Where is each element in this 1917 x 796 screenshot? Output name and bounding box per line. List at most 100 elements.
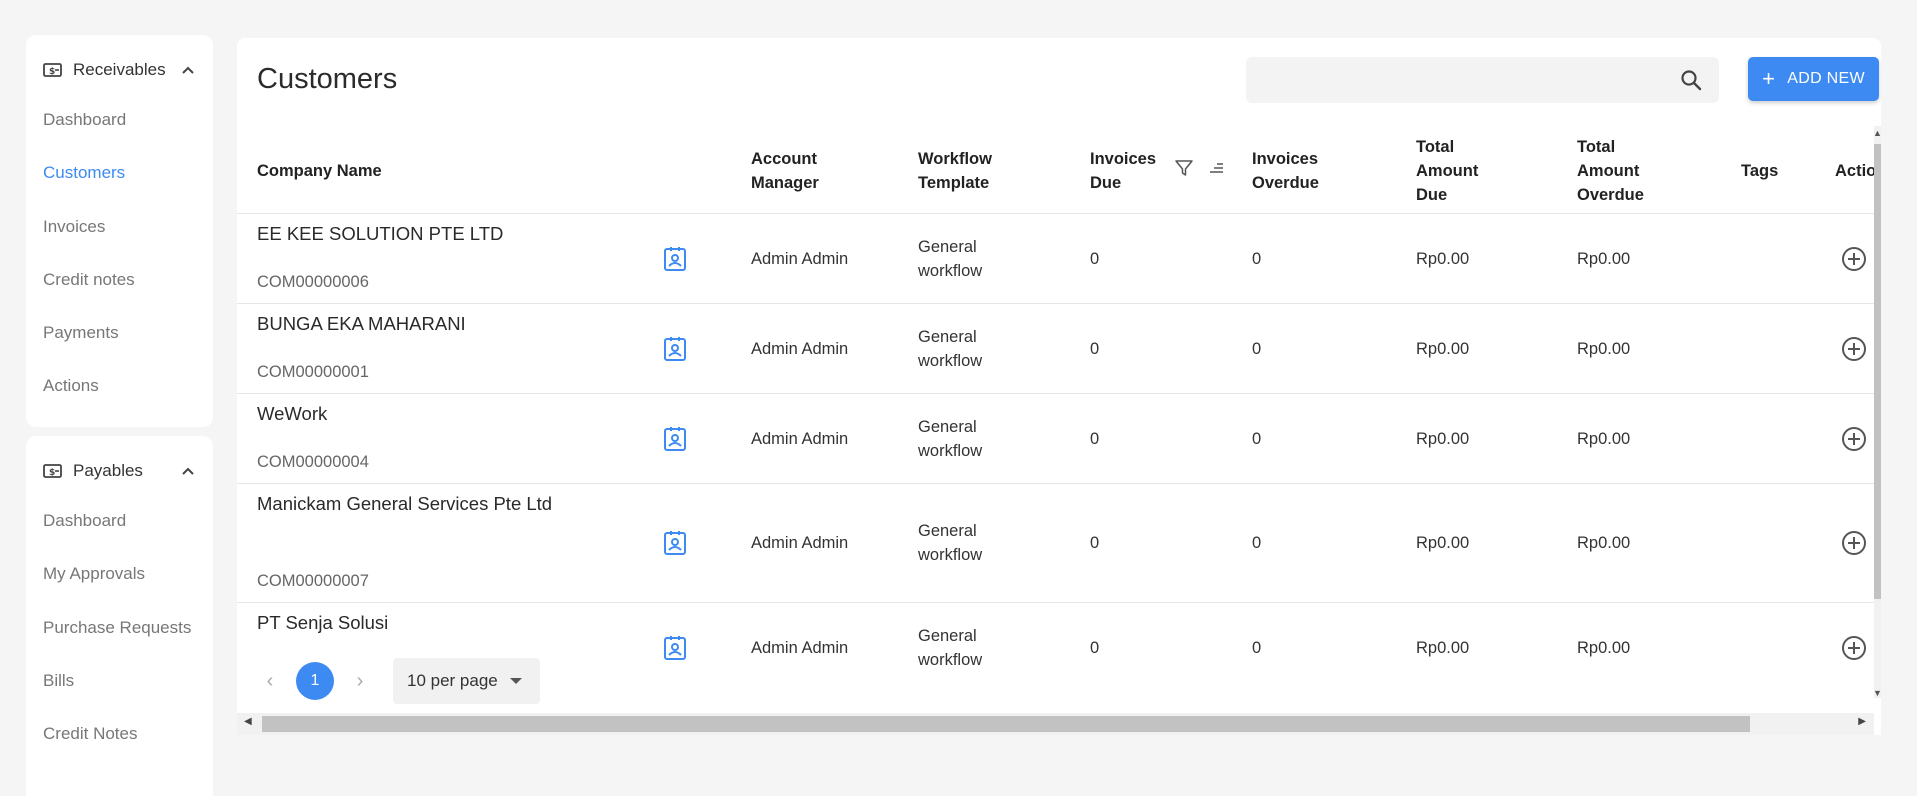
scroll-right-icon[interactable]: ▶ bbox=[1858, 716, 1866, 727]
pagination: ‹ 1 › 10 per page bbox=[257, 658, 540, 704]
col-account-manager[interactable]: Account Manager bbox=[751, 128, 871, 214]
customers-table: Company Name Account Manager Workflow Te… bbox=[237, 128, 1874, 693]
horizontal-scroll-thumb[interactable] bbox=[262, 716, 1750, 732]
scroll-up-icon[interactable]: ▲ bbox=[1873, 128, 1881, 138]
contact-card-icon[interactable] bbox=[663, 426, 687, 452]
workflow-template: General workflow bbox=[918, 418, 983, 460]
filter-icon[interactable] bbox=[1174, 158, 1194, 178]
table-row[interactable]: EE KEE SOLUTION PTE LTD COM00000006 Admi… bbox=[237, 214, 1874, 304]
col-tags[interactable]: Tags bbox=[1741, 128, 1801, 214]
page-title: Customers bbox=[257, 63, 398, 95]
plus-icon: + bbox=[1762, 66, 1776, 91]
search-input[interactable] bbox=[1246, 57, 1666, 103]
main-panel: Customers + ADD NEW Company Name Account… bbox=[237, 38, 1881, 735]
page-number[interactable]: 1 bbox=[296, 662, 334, 700]
total-amount-overdue: Rp0.00 bbox=[1577, 430, 1631, 448]
receivables-title: Receivables bbox=[73, 60, 166, 79]
add-circle-icon[interactable] bbox=[1841, 530, 1867, 556]
invoices-due: 0 bbox=[1090, 534, 1100, 552]
total-amount-overdue: Rp0.00 bbox=[1577, 639, 1631, 657]
scroll-left-icon[interactable]: ◀ bbox=[244, 716, 252, 727]
company-name[interactable]: WeWork bbox=[257, 399, 557, 428]
workflow-template: General workflow bbox=[918, 627, 983, 669]
sidebar-item-my-approvals[interactable]: My Approvals bbox=[26, 547, 213, 600]
company-name[interactable]: EE KEE SOLUTION PTE LTD bbox=[257, 219, 557, 248]
total-amount-overdue: Rp0.00 bbox=[1577, 534, 1631, 552]
col-invoices-overdue[interactable]: Invoices Overdue bbox=[1252, 128, 1362, 214]
col-total-amount-overdue[interactable]: Total Amount Overdue bbox=[1577, 128, 1677, 214]
company-code: COM00000006 bbox=[257, 273, 369, 291]
sidebar-item-invoices[interactable]: Invoices bbox=[26, 200, 213, 253]
money-icon: $ bbox=[43, 63, 62, 77]
invoices-overdue: 0 bbox=[1252, 639, 1262, 657]
sidebar-item-payables-dashboard[interactable]: Dashboard bbox=[26, 494, 213, 547]
sort-icon[interactable] bbox=[1206, 158, 1226, 178]
company-name[interactable]: Manickam General Services Pte Ltd bbox=[257, 489, 557, 518]
per-page-select[interactable]: 10 per page bbox=[393, 658, 540, 704]
add-new-button[interactable]: + ADD NEW bbox=[1748, 57, 1879, 101]
invoices-due: 0 bbox=[1090, 340, 1100, 358]
scroll-down-icon[interactable]: ▼ bbox=[1873, 688, 1881, 698]
invoices-due: 0 bbox=[1090, 639, 1100, 657]
next-page-icon[interactable]: › bbox=[347, 670, 373, 693]
horizontal-scrollbar[interactable]: ◀ ▶ bbox=[237, 713, 1874, 735]
company-code: COM00000007 bbox=[257, 572, 369, 590]
receivables-section: $ Receivables Dashboard Customers Invoic… bbox=[26, 35, 213, 427]
search-icon[interactable] bbox=[1679, 68, 1703, 92]
contact-card-icon[interactable] bbox=[663, 635, 687, 661]
account-manager: Admin Admin bbox=[751, 534, 849, 552]
account-manager: Admin Admin bbox=[751, 340, 849, 358]
col-actions[interactable]: Actio bbox=[1835, 128, 1874, 214]
chevron-up-icon[interactable] bbox=[180, 463, 196, 479]
search-box bbox=[1246, 57, 1719, 103]
sidebar-item-customers[interactable]: Customers bbox=[26, 146, 213, 199]
sidebar-item-purchase-requests[interactable]: Purchase Requests bbox=[26, 601, 213, 654]
money-icon: $ bbox=[43, 464, 62, 478]
chevron-up-icon[interactable] bbox=[180, 62, 196, 78]
add-circle-icon[interactable] bbox=[1841, 336, 1867, 362]
payables-header[interactable]: $ Payables bbox=[26, 448, 213, 494]
contact-card-icon[interactable] bbox=[663, 530, 687, 556]
sidebar-item-dashboard[interactable]: Dashboard bbox=[26, 93, 213, 146]
sidebar-item-bills[interactable]: Bills bbox=[26, 654, 213, 707]
company-code: COM00000001 bbox=[257, 363, 369, 381]
account-manager: Admin Admin bbox=[751, 430, 849, 448]
table-row[interactable]: Manickam General Services Pte Ltd COM000… bbox=[237, 484, 1874, 603]
col-total-amount-due[interactable]: Total Amount Due bbox=[1416, 128, 1506, 214]
workflow-template: General workflow bbox=[918, 522, 983, 564]
column-tools bbox=[1174, 158, 1226, 178]
col-workflow-template[interactable]: Workflow Template bbox=[918, 128, 1028, 214]
workflow-template: General workflow bbox=[918, 328, 983, 370]
svg-text:$: $ bbox=[49, 67, 55, 77]
contact-card-icon[interactable] bbox=[663, 336, 687, 362]
payables-section: $ Payables Dashboard My Approvals Purcha… bbox=[26, 436, 213, 796]
company-name[interactable]: BUNGA EKA MAHARANI bbox=[257, 309, 557, 338]
vertical-scrollbar[interactable]: ▲ ▼ bbox=[1873, 126, 1881, 698]
invoices-overdue: 0 bbox=[1252, 340, 1262, 358]
account-manager: Admin Admin bbox=[751, 250, 849, 268]
company-name[interactable]: PT Senja Solusi bbox=[257, 608, 557, 637]
col-invoices-due[interactable]: Invoices Due bbox=[1090, 128, 1170, 214]
add-circle-icon[interactable] bbox=[1841, 246, 1867, 272]
sidebar-item-actions[interactable]: Actions bbox=[26, 359, 213, 412]
sidebar-item-payments[interactable]: Payments bbox=[26, 306, 213, 359]
prev-page-icon[interactable]: ‹ bbox=[257, 670, 283, 693]
table-row[interactable]: BUNGA EKA MAHARANI COM00000001 Admin Adm… bbox=[237, 304, 1874, 394]
total-amount-due: Rp0.00 bbox=[1416, 534, 1470, 552]
invoices-due: 0 bbox=[1090, 430, 1100, 448]
contact-card-icon[interactable] bbox=[663, 246, 687, 272]
add-circle-icon[interactable] bbox=[1841, 635, 1867, 661]
col-company-name[interactable]: Company Name bbox=[257, 128, 557, 214]
sidebar-item-credit-notes[interactable]: Credit notes bbox=[26, 253, 213, 306]
invoices-overdue: 0 bbox=[1252, 534, 1262, 552]
sidebar-item-payables-credit-notes[interactable]: Credit Notes bbox=[26, 707, 213, 760]
invoices-due: 0 bbox=[1090, 250, 1100, 268]
receivables-header[interactable]: $ Receivables bbox=[26, 47, 213, 93]
total-amount-overdue: Rp0.00 bbox=[1577, 340, 1631, 358]
vertical-scroll-thumb[interactable] bbox=[1874, 144, 1881, 599]
table-row[interactable]: WeWork COM00000004 Admin Admin General w… bbox=[237, 394, 1874, 484]
workflow-template: General workflow bbox=[918, 238, 983, 280]
add-circle-icon[interactable] bbox=[1841, 426, 1867, 452]
invoices-overdue: 0 bbox=[1252, 430, 1262, 448]
table-header: Company Name Account Manager Workflow Te… bbox=[237, 128, 1874, 214]
